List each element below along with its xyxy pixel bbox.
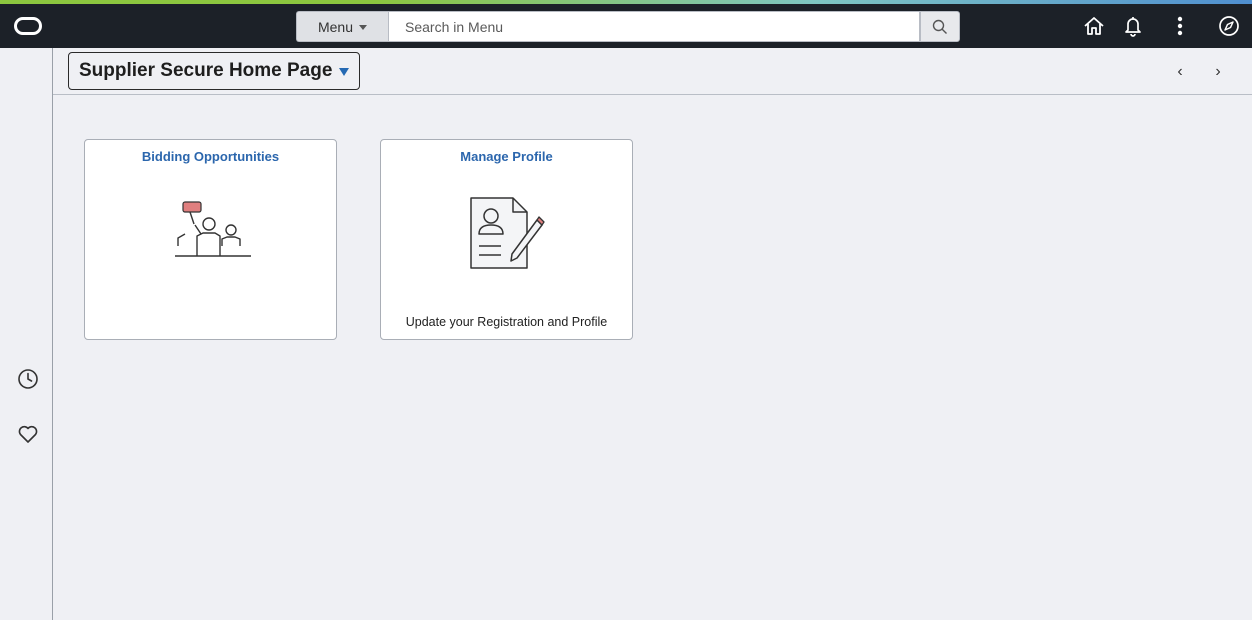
page-title-bar: Supplier Secure Home Page ‹ ›: [53, 48, 1252, 95]
tile-description: Update your Registration and Profile: [405, 315, 608, 329]
menu-button-label: Menu: [317, 18, 354, 35]
actions-menu-button[interactable]: [1168, 14, 1192, 38]
search-button[interactable]: [920, 11, 960, 42]
notifications-button[interactable]: [1121, 14, 1145, 38]
tile-manage-profile[interactable]: Manage Profile Update your Registration …: [380, 139, 633, 340]
next-page-button[interactable]: ›: [1209, 62, 1227, 82]
profile-document-pencil-icon: [470, 197, 545, 269]
chevron-down-icon: [359, 25, 368, 30]
top-header-bar: Menu: [0, 4, 1252, 48]
search-icon: [932, 19, 947, 34]
home-icon: [1084, 17, 1104, 35]
menu-button[interactable]: Menu: [296, 11, 388, 42]
navbar-button[interactable]: [1217, 14, 1241, 38]
navbar-compass-icon: [1219, 16, 1239, 36]
previous-page-button[interactable]: ‹: [1171, 62, 1189, 82]
left-side-panel: [0, 48, 53, 620]
more-vertical-icon: [1177, 16, 1183, 36]
auction-bidders-icon: [175, 201, 251, 257]
bell-icon: [1125, 17, 1141, 37]
tile-title: Bidding Opportunities: [141, 149, 280, 164]
favorites-heart-icon: [18, 425, 38, 443]
search-input[interactable]: [388, 11, 920, 42]
page-title: Supplier Secure Home Page: [79, 60, 333, 81]
favorites-button[interactable]: [17, 423, 39, 445]
home-button[interactable]: [1082, 14, 1106, 38]
tile-bidding-opportunities[interactable]: Bidding Opportunities: [84, 139, 337, 340]
recent-places-button[interactable]: [17, 368, 39, 390]
recent-clock-icon: [18, 369, 38, 389]
oracle-logo[interactable]: [14, 17, 42, 35]
caret-down-icon: [339, 67, 350, 76]
page-title-dropdown[interactable]: Supplier Secure Home Page: [68, 52, 361, 90]
tile-title: Manage Profile: [460, 149, 553, 164]
